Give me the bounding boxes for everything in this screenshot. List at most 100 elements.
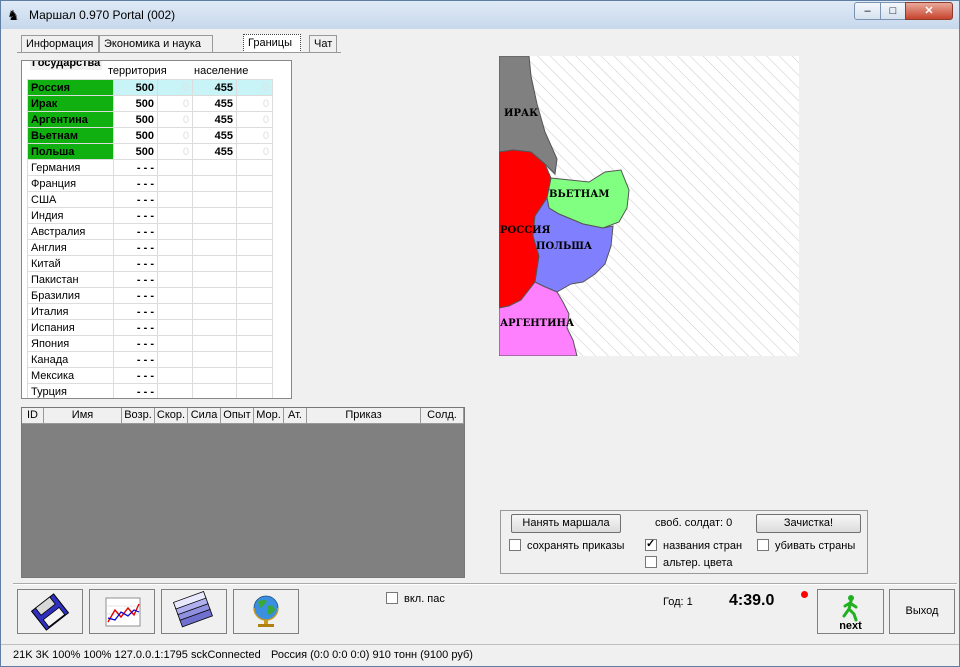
exit-button[interactable]: Выход <box>889 589 955 634</box>
state-row[interactable]: Англия - - - <box>27 239 273 256</box>
state-population-cell <box>192 367 237 384</box>
map-label-russia: РОССИЯ <box>500 225 551 236</box>
state-extra-cell <box>157 383 193 398</box>
tab-economy-science[interactable]: Экономика и наука <box>99 35 213 52</box>
status-connection: 21K 3K 100% 100% 127.0.0.1:1795 sckConne… <box>13 649 261 661</box>
close-button[interactable]: ✕ <box>905 2 953 20</box>
state-row[interactable]: Бразилия - - - <box>27 287 273 304</box>
col-age[interactable]: Возр. <box>122 408 155 424</box>
pass-checkbox[interactable]: вкл. пас <box>386 592 445 605</box>
state-name-cell: Китай <box>27 255 114 272</box>
state-row[interactable]: Италия - - - <box>27 303 273 320</box>
state-extra-cell <box>236 367 273 384</box>
world-map[interactable]: ИРАК ВЬЕТНАМ РОССИЯ ПОЛЬША АРГЕНТИНА <box>498 55 799 357</box>
state-population-cell: 455 <box>192 79 237 96</box>
state-row[interactable]: США - - - <box>27 191 273 208</box>
clear-button[interactable]: Зачистка! <box>756 514 861 533</box>
state-extra-cell: 0 <box>236 95 273 112</box>
country-names-checkbox[interactable]: названия стран <box>645 537 743 552</box>
col-id[interactable]: ID <box>22 408 44 424</box>
state-row[interactable]: Пакистан - - - <box>27 271 273 288</box>
finance-button[interactable] <box>161 589 227 634</box>
state-row[interactable]: Франция - - - <box>27 175 273 192</box>
map-canvas[interactable]: ИРАК ВЬЕТНАМ РОССИЯ ПОЛЬША АРГЕНТИНА <box>498 55 799 357</box>
state-extra-cell: 0 <box>157 95 193 112</box>
tab-chat[interactable]: Чат <box>309 35 337 52</box>
alt-colors-checkbox-box[interactable] <box>645 556 657 568</box>
state-row[interactable]: Индия - - - <box>27 207 273 224</box>
population-header: население <box>194 65 249 77</box>
states-header: территория население <box>22 65 291 77</box>
state-extra-cell <box>157 351 193 368</box>
alt-colors-checkbox[interactable]: альтер. цвета <box>645 556 732 569</box>
app-logo-icon: ♞ <box>7 7 20 23</box>
pass-label: вкл. пас <box>404 593 445 605</box>
state-territory-cell: 500 <box>113 79 158 96</box>
timer-display: 4:39.0 <box>729 592 775 609</box>
save-orders-checkbox-box[interactable] <box>509 539 521 551</box>
state-population-cell <box>192 175 237 192</box>
kill-countries-checkbox[interactable]: убивать страны <box>757 539 855 552</box>
state-extra-cell <box>236 335 273 352</box>
country-names-checkbox-box[interactable] <box>645 537 657 551</box>
state-row[interactable]: Китай - - - <box>27 255 273 272</box>
state-row[interactable]: Германия - - - <box>27 159 273 176</box>
world-button[interactable] <box>233 589 299 634</box>
maximize-button[interactable]: □ <box>880 2 906 20</box>
tab-divider <box>17 52 341 53</box>
state-row[interactable]: Испания - - - <box>27 319 273 336</box>
state-row[interactable]: Австралия - - - <box>27 223 273 240</box>
col-name[interactable]: Имя <box>44 408 122 424</box>
tab-information[interactable]: Информация <box>21 35 99 52</box>
alt-colors-label: альтер. цвета <box>663 557 733 569</box>
kill-countries-checkbox-box[interactable] <box>757 539 769 551</box>
state-extra-cell <box>157 223 193 240</box>
hire-marshal-button[interactable]: Нанять маршала <box>511 514 621 533</box>
state-name-cell: Австралия <box>27 223 114 240</box>
state-row[interactable]: Вьетнам 500 0 455 0 <box>27 127 273 144</box>
state-name-cell: Мексика <box>27 367 114 384</box>
col-soldiers[interactable]: Солд. <box>421 408 464 424</box>
state-extra-cell: 0 <box>157 127 193 144</box>
save-orders-checkbox[interactable]: сохранять приказы <box>509 539 624 552</box>
year-label: Год: 1 <box>663 596 693 608</box>
state-row[interactable]: Аргентина 500 0 455 0 <box>27 111 273 128</box>
next-turn-button[interactable]: next <box>817 589 884 634</box>
status-country-resources: Россия (0:0 0:0 0:0) 910 тонн (9100 руб) <box>271 649 473 661</box>
tab-borders[interactable]: Границы <box>243 34 301 53</box>
state-name-cell: Италия <box>27 303 114 320</box>
units-grid[interactable]: ID Имя Возр. Скор. Сила Опыт Мор. Ат. Пр… <box>21 407 465 578</box>
state-name-cell: Германия <box>27 159 114 176</box>
minimize-button[interactable]: – <box>854 2 881 20</box>
save-button[interactable] <box>17 589 83 634</box>
col-morale[interactable]: Мор. <box>254 408 284 424</box>
state-extra-cell <box>157 319 193 336</box>
state-row[interactable]: Мексика - - - <box>27 367 273 384</box>
state-row[interactable]: Турция - - - <box>27 383 273 398</box>
col-order[interactable]: Приказ <box>307 408 421 424</box>
statistics-button[interactable] <box>89 589 155 634</box>
state-population-cell <box>192 255 237 272</box>
state-name-cell: Вьетнам <box>27 127 114 144</box>
country-names-label: названия стран <box>663 540 743 552</box>
state-row[interactable]: Япония - - - <box>27 335 273 352</box>
state-territory-cell: 500 <box>113 95 158 112</box>
state-extra-cell <box>236 175 273 192</box>
state-extra-cell <box>157 159 193 176</box>
pass-checkbox-box[interactable] <box>386 592 398 604</box>
state-extra-cell <box>157 175 193 192</box>
col-attack[interactable]: Ат. <box>284 408 307 424</box>
col-strength[interactable]: Сила <box>188 408 221 424</box>
state-extra-cell <box>236 207 273 224</box>
state-name-cell: Бразилия <box>27 287 114 304</box>
state-extra-cell <box>236 383 273 398</box>
col-experience[interactable]: Опыт <box>221 408 254 424</box>
state-row[interactable]: Ирак 500 0 455 0 <box>27 95 273 112</box>
state-row[interactable]: Канада - - - <box>27 351 273 368</box>
state-row[interactable]: Польша 500 0 455 0 <box>27 143 273 160</box>
col-speed[interactable]: Скор. <box>155 408 188 424</box>
state-name-cell: Франция <box>27 175 114 192</box>
state-territory-cell: - - - <box>113 223 158 240</box>
state-row[interactable]: Россия 500 0 455 0 <box>27 79 273 96</box>
state-extra-cell: 0 <box>236 143 273 160</box>
